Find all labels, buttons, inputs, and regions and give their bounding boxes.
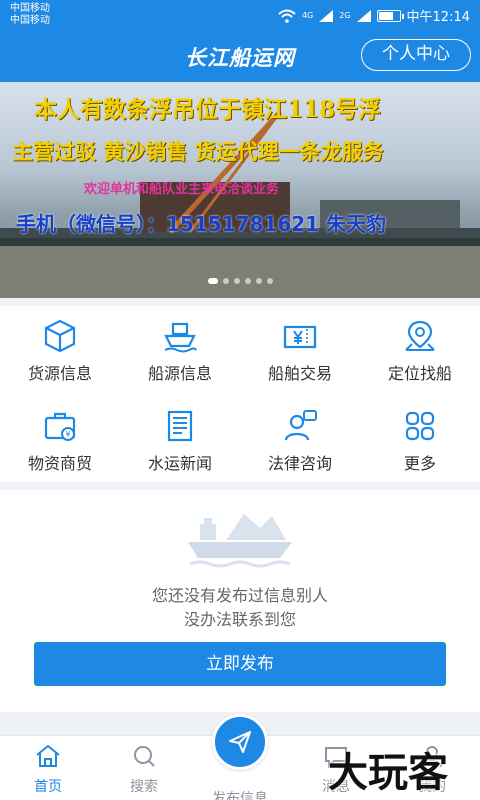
carousel-dot[interactable] (266, 278, 273, 284)
publish-fab[interactable] (212, 714, 268, 770)
carousel-dot[interactable] (244, 278, 251, 284)
wifi-icon (278, 9, 296, 23)
grid-label: 货源信息 (27, 364, 92, 383)
empty-state-card: 您还没有发布过信息别人 没办法联系到您 立即发布 (0, 490, 480, 712)
location-icon (405, 320, 435, 351)
svg-text:¥: ¥ (65, 430, 70, 439)
carousel-dot[interactable] (255, 278, 262, 284)
status-time: 中午12:14 (406, 10, 470, 25)
empty-message-line2: 没办法联系到您 (183, 610, 296, 629)
banner-services: 主营过驳 黄沙销售 货运代理一条龙服务 (12, 139, 384, 164)
profile-center-button[interactable]: 个人中心 (361, 39, 471, 71)
grid-item-ship-trade[interactable]: 船舶交易 (240, 306, 360, 396)
carrier-1: 中国移动 (10, 3, 50, 14)
banner-welcome: 欢迎单机和船队业主来电洽谈业务 (84, 182, 280, 197)
status-indicators: 4G 2G 中午12:14 (278, 6, 470, 25)
battery-icon (376, 9, 404, 22)
grid-label: 法律咨询 (267, 454, 332, 473)
home-icon (36, 744, 60, 767)
app-screen: 中国移动 中国移动 4G 2G 中午12:14 长江船运网 个人中心 本人有数条… (0, 0, 480, 800)
ship-illustration (188, 514, 292, 568)
carousel-dot[interactable] (233, 278, 240, 284)
search-icon (134, 746, 155, 767)
carousel-dot[interactable] (222, 278, 229, 284)
ship-icon (164, 322, 197, 353)
network-type-2: 2G (339, 10, 351, 20)
grid-icon (405, 411, 435, 441)
grid-item-more[interactable]: 更多 (360, 396, 480, 482)
feature-grid: 货源信息 船源信息 船舶交易 定位找船 ¥ 物资商贸 水运新闻 法律咨询 更多 (0, 306, 480, 482)
grid-label: 船源信息 (147, 364, 212, 383)
banner-carousel[interactable]: 本人有数条浮吊位于镇江118号浮 主营过驳 黄沙销售 货运代理一条龙服务 欢迎单… (0, 82, 480, 298)
grid-label: 定位找船 (387, 364, 452, 383)
carrier-2: 中国移动 (10, 15, 50, 26)
app-header: 长江船运网 个人中心 (0, 30, 480, 82)
network-type-1: 4G (301, 10, 314, 20)
grid-item-shipping-news[interactable]: 水运新闻 (120, 396, 240, 482)
watermark: 大玩客 (328, 749, 448, 796)
grid-label: 船舶交易 (267, 364, 332, 383)
nav-publish[interactable]: 发布信息 (192, 786, 288, 800)
publish-now-button[interactable]: 立即发布 (34, 642, 446, 686)
consult-icon (284, 410, 317, 441)
signal-icon (319, 9, 334, 22)
ticket-icon (283, 325, 317, 349)
grid-label: 物资商贸 (27, 454, 92, 473)
carousel-indicator (0, 278, 480, 284)
grid-label: 水运新闻 (147, 454, 212, 473)
grid-item-material-trade[interactable]: ¥ 物资商贸 (0, 396, 120, 482)
status-bar: 中国移动 中国移动 4G 2G 中午12:14 (0, 0, 480, 30)
banner-headline: 本人有数条浮吊位于镇江118号浮 (34, 96, 382, 123)
newspaper-icon (167, 410, 193, 442)
empty-message-line1: 您还没有发布过信息别人 (151, 586, 328, 605)
nav-label: 搜索 (130, 779, 158, 795)
grid-item-cargo-info[interactable]: 货源信息 (0, 306, 120, 396)
grid-item-ship-info[interactable]: 船源信息 (120, 306, 240, 396)
grid-item-locate-ship[interactable]: 定位找船 (360, 306, 480, 396)
box-icon (44, 319, 76, 353)
nav-label: 发布信息 (212, 791, 268, 800)
grid-item-legal-consult[interactable]: 法律咨询 (240, 396, 360, 482)
nav-search[interactable]: 搜索 (96, 742, 192, 796)
signal-icon-2 (356, 9, 371, 22)
banner-contact: 手机（微信号）：15151781621 朱天豹 (16, 212, 387, 236)
nav-label: 首页 (34, 779, 62, 795)
nav-home[interactable]: 首页 (0, 742, 96, 796)
send-icon (229, 731, 251, 753)
battery-fill (378, 11, 393, 20)
grid-label: 更多 (403, 454, 436, 473)
carousel-dot[interactable] (207, 278, 218, 284)
briefcase-icon: ¥ (44, 412, 76, 441)
